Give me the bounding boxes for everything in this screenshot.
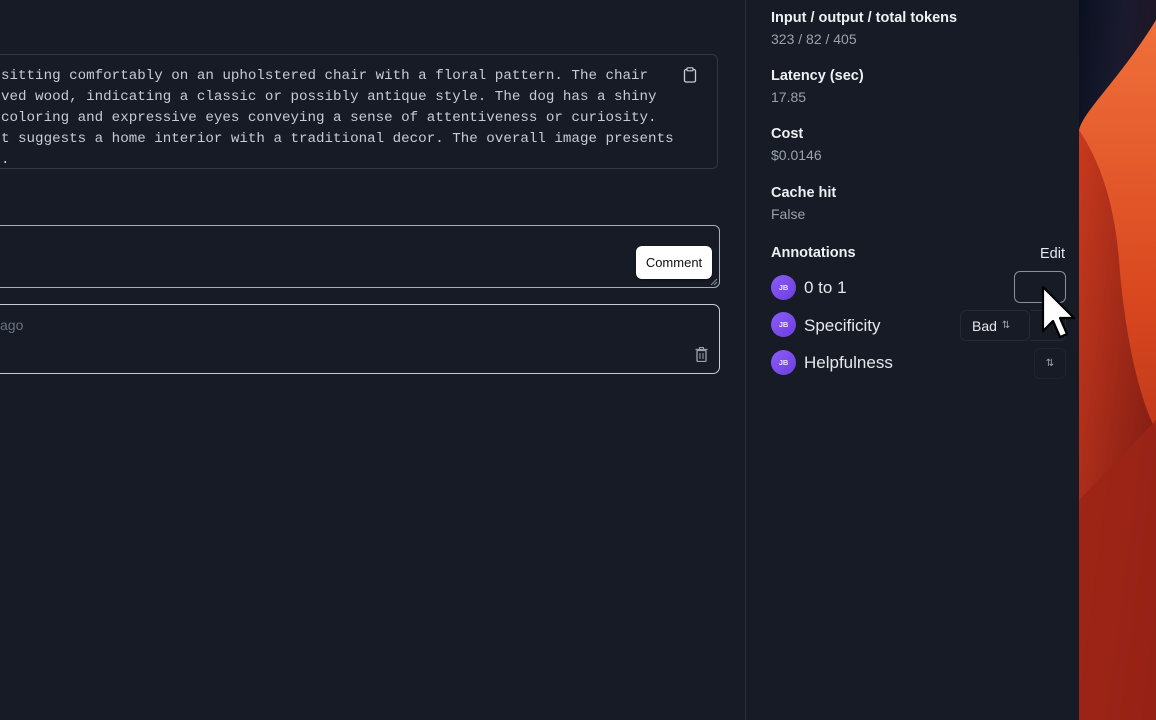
comment-input[interactable] (0, 225, 720, 288)
avatar: JB (771, 312, 796, 337)
avatar: JB (771, 275, 796, 300)
output-panel: sitting comfortably on an upholstered ch… (0, 54, 718, 169)
clipboard-icon[interactable] (683, 67, 697, 83)
cost-value: $0.0146 (771, 147, 822, 163)
annotation-name-specificity: Specificity (804, 316, 881, 335)
comment-button[interactable]: Comment (636, 246, 712, 279)
trace-detail-main: sitting comfortably on an upholstered ch… (0, 0, 745, 720)
specificity-select-value: Bad (972, 317, 997, 334)
metadata-sidebar (746, 0, 1079, 720)
cost-label: Cost (771, 126, 804, 142)
mouse-cursor-icon (1041, 285, 1076, 339)
resize-grip-icon[interactable] (710, 278, 718, 286)
latency-label: Latency (sec) (771, 68, 864, 84)
tokens-value: 323 / 82 / 405 (771, 31, 857, 47)
cache-hit-label: Cache hit (771, 185, 837, 201)
edit-annotations-button[interactable]: Edit (1040, 246, 1065, 262)
output-line: sitting comfortably on an upholstered ch… (1, 68, 649, 84)
output-text: sitting comfortably on an upholstered ch… (1, 66, 691, 171)
tokens-label: Input / output / total tokens (771, 10, 958, 26)
comment-timestamp: ago (0, 317, 24, 333)
comment-item (0, 304, 720, 374)
wallpaper-graphic (1079, 0, 1156, 720)
output-line: t suggests a home interior with a tradit… (1, 131, 674, 147)
avatar: JB (771, 350, 796, 375)
output-line: . (1, 152, 10, 168)
latency-value: 17.85 (771, 89, 807, 105)
specificity-select[interactable]: Bad ⇅ (960, 310, 1030, 341)
chevron-updown-icon: ⇅ (1001, 320, 1011, 331)
cache-hit-value: False (771, 206, 806, 222)
helpfulness-select[interactable]: ⇅ (1034, 348, 1066, 379)
annotation-name-helpfulness: Helpfulness (804, 353, 893, 372)
desktop-wallpaper (1079, 0, 1156, 720)
output-line: coloring and expressive eyes conveying a… (1, 110, 657, 126)
annotations-title: Annotations (771, 245, 856, 261)
chevron-updown-icon: ⇅ (1045, 358, 1055, 369)
trash-icon[interactable] (695, 347, 708, 362)
annotation-name-0-to-1: 0 to 1 (804, 278, 847, 297)
output-line: ved wood, indicating a classic or possib… (1, 89, 657, 105)
